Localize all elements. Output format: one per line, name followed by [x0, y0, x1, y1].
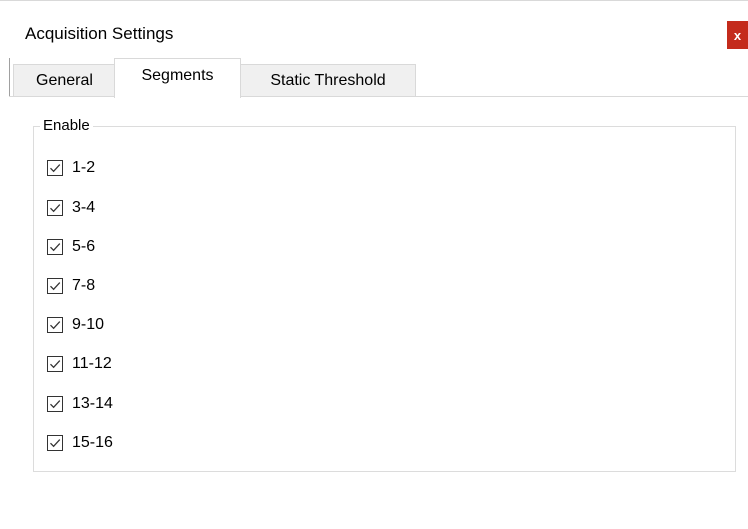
tab-static-threshold[interactable]: Static Threshold: [240, 64, 416, 97]
checkbox-box[interactable]: [47, 278, 63, 294]
tab-label: Static Threshold: [270, 72, 386, 89]
checkmark-icon: [50, 164, 61, 173]
checkmark-icon: [50, 400, 61, 409]
tab-strip: General Segments Static Threshold: [9, 58, 748, 98]
segment-checkbox-2[interactable]: 3-4: [47, 197, 95, 219]
checkbox-box[interactable]: [47, 317, 63, 333]
segment-checkbox-5[interactable]: 9-10: [47, 314, 104, 336]
window-title: Acquisition Settings: [25, 24, 174, 43]
checkbox-label: 1-2: [72, 159, 96, 176]
checkbox-label: 5-6: [72, 238, 96, 255]
tab-general[interactable]: General: [13, 64, 116, 97]
checkbox-box[interactable]: [47, 356, 63, 372]
checkmark-icon: [50, 243, 61, 252]
tab-label: Segments: [141, 66, 214, 84]
close-icon: x: [733, 27, 742, 43]
segment-checkbox-6[interactable]: 11-12: [47, 353, 112, 375]
acquisition-settings-window: Acquisition Settings x General Segments …: [0, 0, 748, 529]
close-button[interactable]: x: [727, 21, 748, 49]
checkbox-label: 11-12: [72, 355, 112, 372]
segment-checkbox-7[interactable]: 13-14: [47, 393, 113, 415]
tab-segments[interactable]: Segments: [114, 58, 241, 98]
checkmark-icon: [50, 321, 61, 330]
segment-checkbox-8[interactable]: 15-16: [47, 432, 113, 454]
checkmark-icon: [50, 439, 61, 448]
checkbox-box[interactable]: [47, 200, 63, 216]
checkbox-label: 3-4: [72, 199, 96, 216]
segment-checkbox-4[interactable]: 7-8: [47, 275, 95, 297]
checkbox-label: 9-10: [72, 316, 105, 333]
window-top-edge: [0, 0, 748, 1]
checkmark-icon: [50, 204, 61, 213]
enable-groupbox: [33, 126, 736, 472]
checkmark-icon: [50, 282, 61, 291]
checkbox-label: 7-8: [72, 277, 96, 294]
checkbox-box[interactable]: [47, 396, 63, 412]
checkbox-box[interactable]: [47, 435, 63, 451]
segment-checkbox-1[interactable]: 1-2: [47, 157, 95, 179]
checkbox-box[interactable]: [47, 160, 63, 176]
enable-group-legend: Enable: [40, 116, 93, 136]
segment-checkbox-3[interactable]: 5-6: [47, 236, 95, 258]
tab-label: General: [36, 72, 93, 89]
checkmark-icon: [50, 360, 61, 369]
checkbox-label: 13-14: [72, 395, 113, 412]
checkbox-box[interactable]: [47, 239, 63, 255]
checkbox-label: 15-16: [72, 434, 113, 451]
